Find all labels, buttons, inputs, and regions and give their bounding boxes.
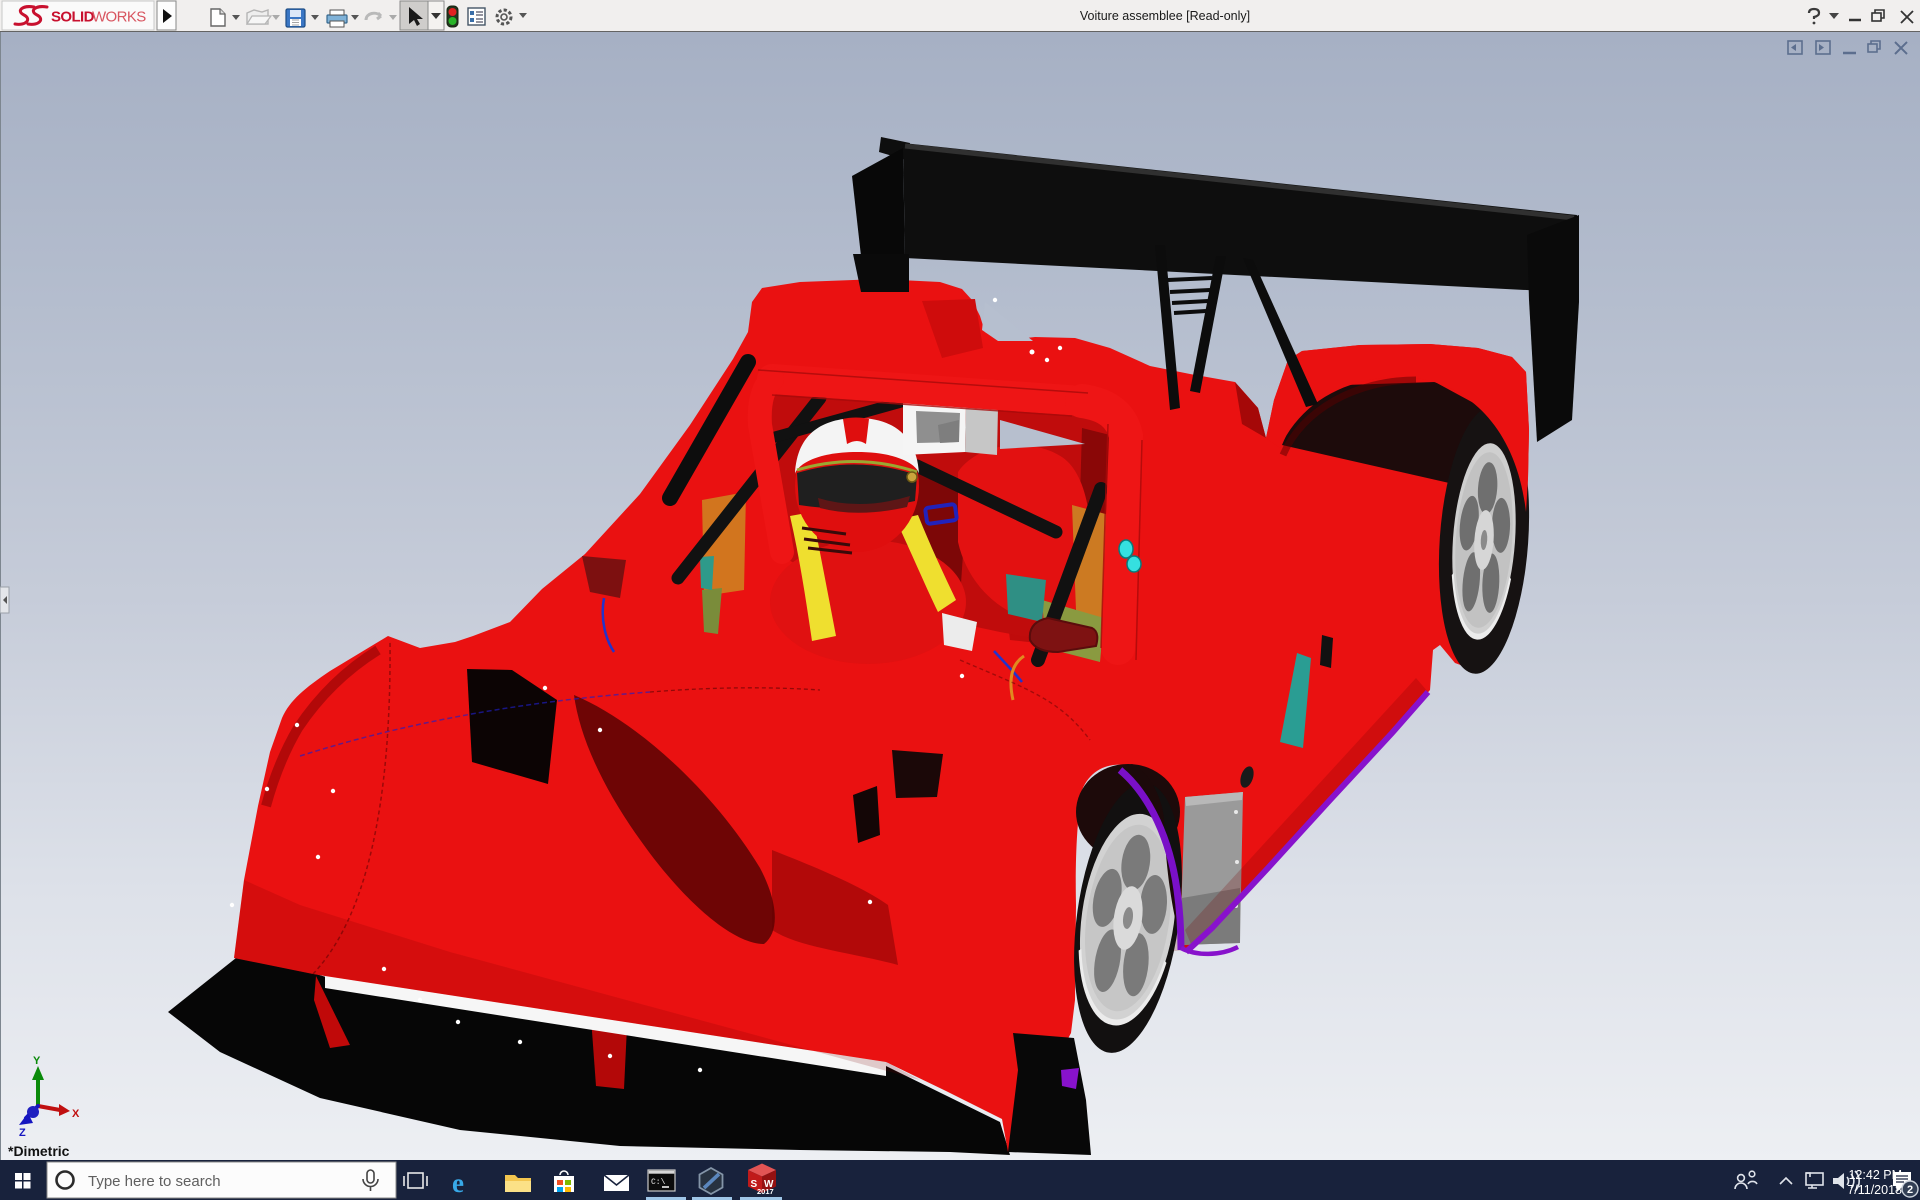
svg-text:WORKS: WORKS [92,9,146,26]
svg-text:X: X [72,1108,80,1120]
svg-text:*Dimetric: *Dimetric [8,1143,70,1159]
svg-text:2: 2 [1907,1184,1913,1196]
svg-text:e: e [452,1168,464,1198]
svg-text:2017: 2017 [757,1187,774,1196]
svg-text:Z: Z [19,1127,26,1139]
svg-text:SOLID: SOLID [51,9,95,26]
svg-text:Voiture assemblee [Read-only]: Voiture assemblee [Read-only] [1080,9,1250,23]
svg-text:Type here to search: Type here to search [88,1173,221,1190]
svg-text:Y: Y [33,1055,41,1067]
svg-text:C:\: C:\ [651,1178,666,1187]
